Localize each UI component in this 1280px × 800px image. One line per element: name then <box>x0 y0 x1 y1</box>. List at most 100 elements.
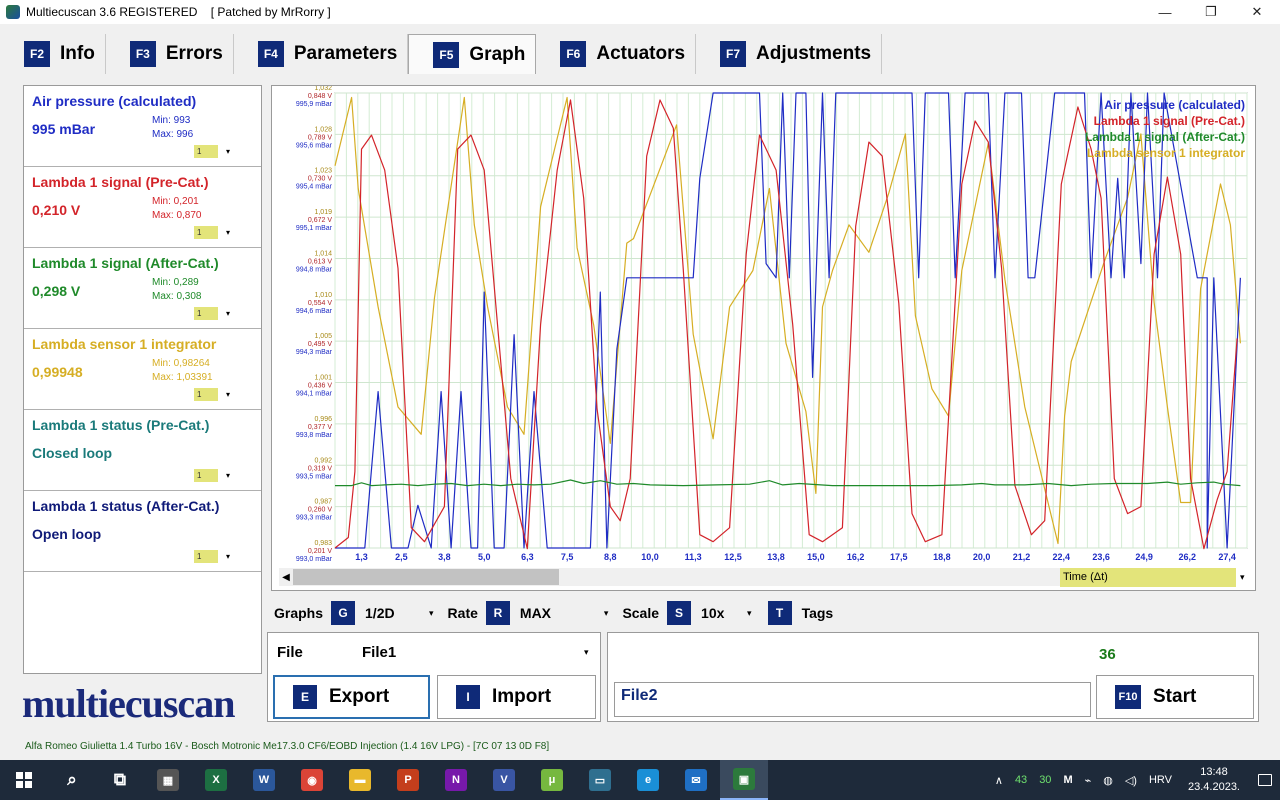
param-name: Lambda 1 status (After-Cat.) <box>32 498 220 514</box>
tab-graph[interactable]: F5 Graph <box>408 34 537 74</box>
x-tick-label: 16,2 <box>847 552 865 562</box>
maximize-button[interactable]: ❐ <box>1188 0 1234 24</box>
powerpoint-taskbar-button[interactable]: P <box>384 760 432 800</box>
graph-slot-select[interactable]: 1 ▾ <box>194 469 260 482</box>
graph-slot-select[interactable]: 1 ▾ <box>194 307 260 320</box>
tray-m-icon[interactable]: M <box>1063 774 1072 786</box>
tray-temp-43[interactable]: 43 <box>1015 774 1027 786</box>
search-taskbar-button[interactable]: ⌕ <box>48 760 96 800</box>
tray-volume-icon[interactable]: ◁) <box>1125 774 1137 787</box>
y-tick-voltage: 0,201 V <box>308 548 332 555</box>
y-tick-integrator: 1,001 <box>314 375 332 382</box>
visio-taskbar-button[interactable]: V <box>480 760 528 800</box>
calculator-taskbar-button[interactable]: ▦ <box>144 760 192 800</box>
export-button[interactable]: E Export <box>273 675 430 719</box>
start-menu-button[interactable] <box>0 760 48 800</box>
y-tick-voltage: 0,377 V <box>308 424 332 431</box>
y-tick-pressure: 994,3 mBar <box>296 349 333 356</box>
clock-date: 23.4.2023. <box>1188 781 1240 793</box>
excel-taskbar-button[interactable]: X <box>192 760 240 800</box>
dropdown-arrow-icon[interactable]: ▾ <box>1240 568 1245 587</box>
scale-key[interactable]: S <box>667 601 692 625</box>
task-view-taskbar-button[interactable]: ⧉ <box>96 760 144 800</box>
param-value: 0,210 V <box>32 202 81 218</box>
file-explorer-taskbar-button[interactable]: ▬ <box>336 760 384 800</box>
mail-icon: ✉ <box>685 769 707 791</box>
visio-icon: V <box>493 769 515 791</box>
dropdown-arrow-icon[interactable]: ▾ <box>584 647 589 658</box>
edge-taskbar-button[interactable]: e <box>624 760 672 800</box>
graphs-select[interactable]: 1/2D <box>365 605 429 621</box>
minimize-button[interactable]: — <box>1142 0 1188 24</box>
chrome-taskbar-button[interactable]: ◉ <box>288 760 336 800</box>
word-taskbar-button[interactable]: W <box>240 760 288 800</box>
tray-globe-icon[interactable]: ◍ <box>1103 774 1113 787</box>
edge-icon: e <box>637 769 659 791</box>
x-tick-label: 7,5 <box>561 552 574 562</box>
dropdown-arrow-icon[interactable]: ▾ <box>604 608 609 619</box>
tab-info[interactable]: F2 Info <box>0 34 106 74</box>
y-tick-pressure: 994,6 mBar <box>296 308 333 315</box>
legend-entry: Lambda 1 signal (Pre-Cat.) <box>1094 114 1245 128</box>
utorrent-taskbar-button[interactable]: μ <box>528 760 576 800</box>
graph-panel: 1,032 0,848 V 995,9 mBar 1,028 0,789 V 995,6 … <box>271 85 1256 591</box>
param-card-air-pressure[interactable]: Air pressure (calculated) 995 mBar Min: … <box>24 86 261 167</box>
rate-key[interactable]: R <box>485 601 510 625</box>
tab-adjustments[interactable]: F7 Adjustments <box>696 34 883 74</box>
notification-icon[interactable] <box>1250 760 1280 800</box>
y-tick-voltage: 0,436 V <box>308 383 332 390</box>
graphs-key[interactable]: G <box>331 601 356 625</box>
tray-network-icon[interactable]: ⌁ <box>1085 774 1092 787</box>
scale-select[interactable]: 10x <box>701 605 747 621</box>
param-card-lambda-after-cat[interactable]: Lambda 1 signal (After-Cat.) 0,298 V Min… <box>24 248 261 329</box>
tab-graph-label: Graph <box>469 43 526 65</box>
device-taskbar-button[interactable]: ▭ <box>576 760 624 800</box>
graph-slot-select[interactable]: 1 ▾ <box>194 388 260 401</box>
param-card-lambda-status-pre-cat[interactable]: Lambda 1 status (Pre-Cat.) Closed loop 1… <box>24 410 261 491</box>
taskbar-clock[interactable]: 13:48 23.4.2023. <box>1188 765 1240 795</box>
graph-slot-select[interactable]: 1 ▾ <box>194 550 260 563</box>
start-button[interactable]: F10 Start <box>1096 675 1254 719</box>
param-card-lambda-pre-cat[interactable]: Lambda 1 signal (Pre-Cat.) 0,210 V Min: … <box>24 167 261 248</box>
start-key: F10 <box>1115 685 1141 709</box>
tab-parameters-key: F4 <box>257 41 284 67</box>
param-min: Min: 0,289 <box>152 277 199 288</box>
tab-errors[interactable]: F3 Errors <box>105 34 234 74</box>
dropdown-arrow-icon: ▾ <box>226 390 231 399</box>
close-button[interactable]: ✕ <box>1234 0 1280 24</box>
import-button[interactable]: I Import <box>437 675 596 719</box>
multiecuscan-taskbar-taskbar-button[interactable]: ▣ <box>720 760 768 800</box>
tags-label[interactable]: Tags <box>802 605 834 621</box>
file-panel: File File1 ▾ E Export I Import <box>267 632 601 722</box>
param-card-lambda-integrator[interactable]: Lambda sensor 1 integrator 0,99948 Min: … <box>24 329 261 410</box>
scale-label: Scale <box>622 605 660 621</box>
graph-slot-select[interactable]: 1 ▾ <box>194 226 260 239</box>
mail-taskbar-button[interactable]: ✉ <box>672 760 720 800</box>
dropdown-arrow-icon[interactable]: ▾ <box>747 608 752 619</box>
tray-language[interactable]: HRV <box>1149 774 1172 786</box>
graph-scrollbar[interactable]: ◀ <box>279 568 1062 586</box>
time-axis-select[interactable]: Time (Δt) <box>1060 568 1236 587</box>
tab-info-key: F2 <box>24 41 50 67</box>
calculator-icon: ▦ <box>157 769 179 791</box>
y-tick-integrator: 0,987 <box>314 499 332 506</box>
param-card-lambda-status-after-cat[interactable]: Lambda 1 status (After-Cat.) Open loop 1… <box>24 491 261 572</box>
graph-slot-select[interactable]: 1 ▾ <box>194 145 260 158</box>
scroll-left-icon[interactable]: ◀ <box>279 568 293 586</box>
rate-select[interactable]: MAX <box>520 605 604 621</box>
dropdown-arrow-icon[interactable]: ▾ <box>429 608 434 619</box>
onenote-taskbar-button[interactable]: N <box>432 760 480 800</box>
graph-slot-value: 1 <box>194 307 218 320</box>
tray-chevron-icon[interactable]: ∧ <box>995 774 1003 787</box>
scroll-thumb[interactable] <box>293 569 559 585</box>
file2-field[interactable]: File2 <box>614 682 1091 717</box>
tray-temp-30[interactable]: 30 <box>1039 774 1051 786</box>
tab-parameters[interactable]: F4 Parameters <box>233 34 409 74</box>
param-min: Min: 993 <box>152 115 191 126</box>
tab-adjustments-label: Adjustments <box>756 43 872 64</box>
file-select[interactable]: File1 <box>362 644 396 661</box>
tab-actuators[interactable]: F6 Actuators <box>536 34 697 74</box>
y-tick-integrator: 1,028 <box>314 126 332 133</box>
x-tick-label: 10,0 <box>641 552 659 562</box>
tags-key[interactable]: T <box>767 601 792 625</box>
